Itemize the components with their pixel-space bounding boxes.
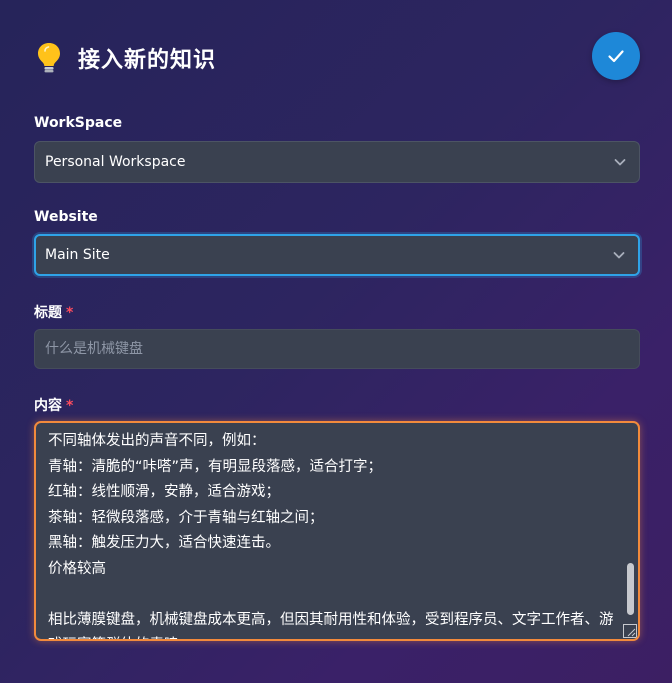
content-field-label-text: 内容	[34, 398, 62, 414]
content-textarea[interactable]: 不同轴体发出的声音不同，例如： 青轴：清脆的“咔嗒”声，有明显段落感，适合打字；…	[34, 421, 640, 641]
workspace-select[interactable]: Personal Workspace	[34, 141, 640, 183]
content-field-label: 内容 *	[34, 395, 73, 415]
lightbulb-icon	[34, 41, 64, 75]
workspace-selected-value: Personal Workspace	[45, 154, 186, 170]
confirm-button[interactable]	[592, 32, 640, 80]
dialog-title: 接入新的知识	[78, 48, 217, 73]
dialog-header: 接入新的知识	[34, 32, 640, 84]
website-label-text: Website	[34, 209, 98, 225]
chevron-down-icon	[613, 252, 625, 259]
workspace-label-text: WorkSpace	[34, 115, 123, 131]
content-line: 价格较高	[48, 560, 106, 577]
chevron-down-icon	[614, 159, 626, 166]
required-mark: *	[66, 305, 74, 321]
resize-handle-icon[interactable]	[623, 624, 637, 638]
website-select[interactable]: Main Site	[34, 234, 640, 276]
content-line: 黑轴：触发压力大，适合快速连击。	[48, 535, 280, 551]
content-line: 茶轴：轻微段落感，介于青轴与红轴之间；	[48, 509, 324, 526]
content-text: 不同轴体发出的声音不同，例如： 青轴：清脆的“咔嗒”声，有明显段落感，适合打字；…	[48, 429, 620, 640]
required-mark: *	[66, 398, 74, 414]
content-line: 不同轴体发出的声音不同，例如：	[48, 433, 266, 449]
add-knowledge-dialog: 接入新的知识 WorkSpace Personal Workspace Webs…	[0, 0, 672, 683]
check-icon	[608, 50, 624, 63]
content-line	[48, 582, 620, 608]
title-field-label-text: 标题	[34, 305, 62, 321]
title-input[interactable]	[34, 329, 640, 369]
website-label: Website	[34, 209, 98, 225]
content-line: 相比薄膜键盘，机械键盘成本更高，但因其耐用性和体验，受到程序员、文字工作者、游戏…	[48, 611, 614, 640]
content-line: 青轴：清脆的“咔嗒”声，有明显段落感，适合打字；	[48, 458, 383, 475]
workspace-label: WorkSpace	[34, 115, 122, 131]
website-selected-value: Main Site	[45, 247, 110, 263]
title-field-label: 标题 *	[34, 302, 73, 322]
textarea-scrollbar[interactable]	[627, 563, 634, 615]
content-line: 红轴：线性顺滑，安静，适合游戏；	[48, 484, 280, 500]
